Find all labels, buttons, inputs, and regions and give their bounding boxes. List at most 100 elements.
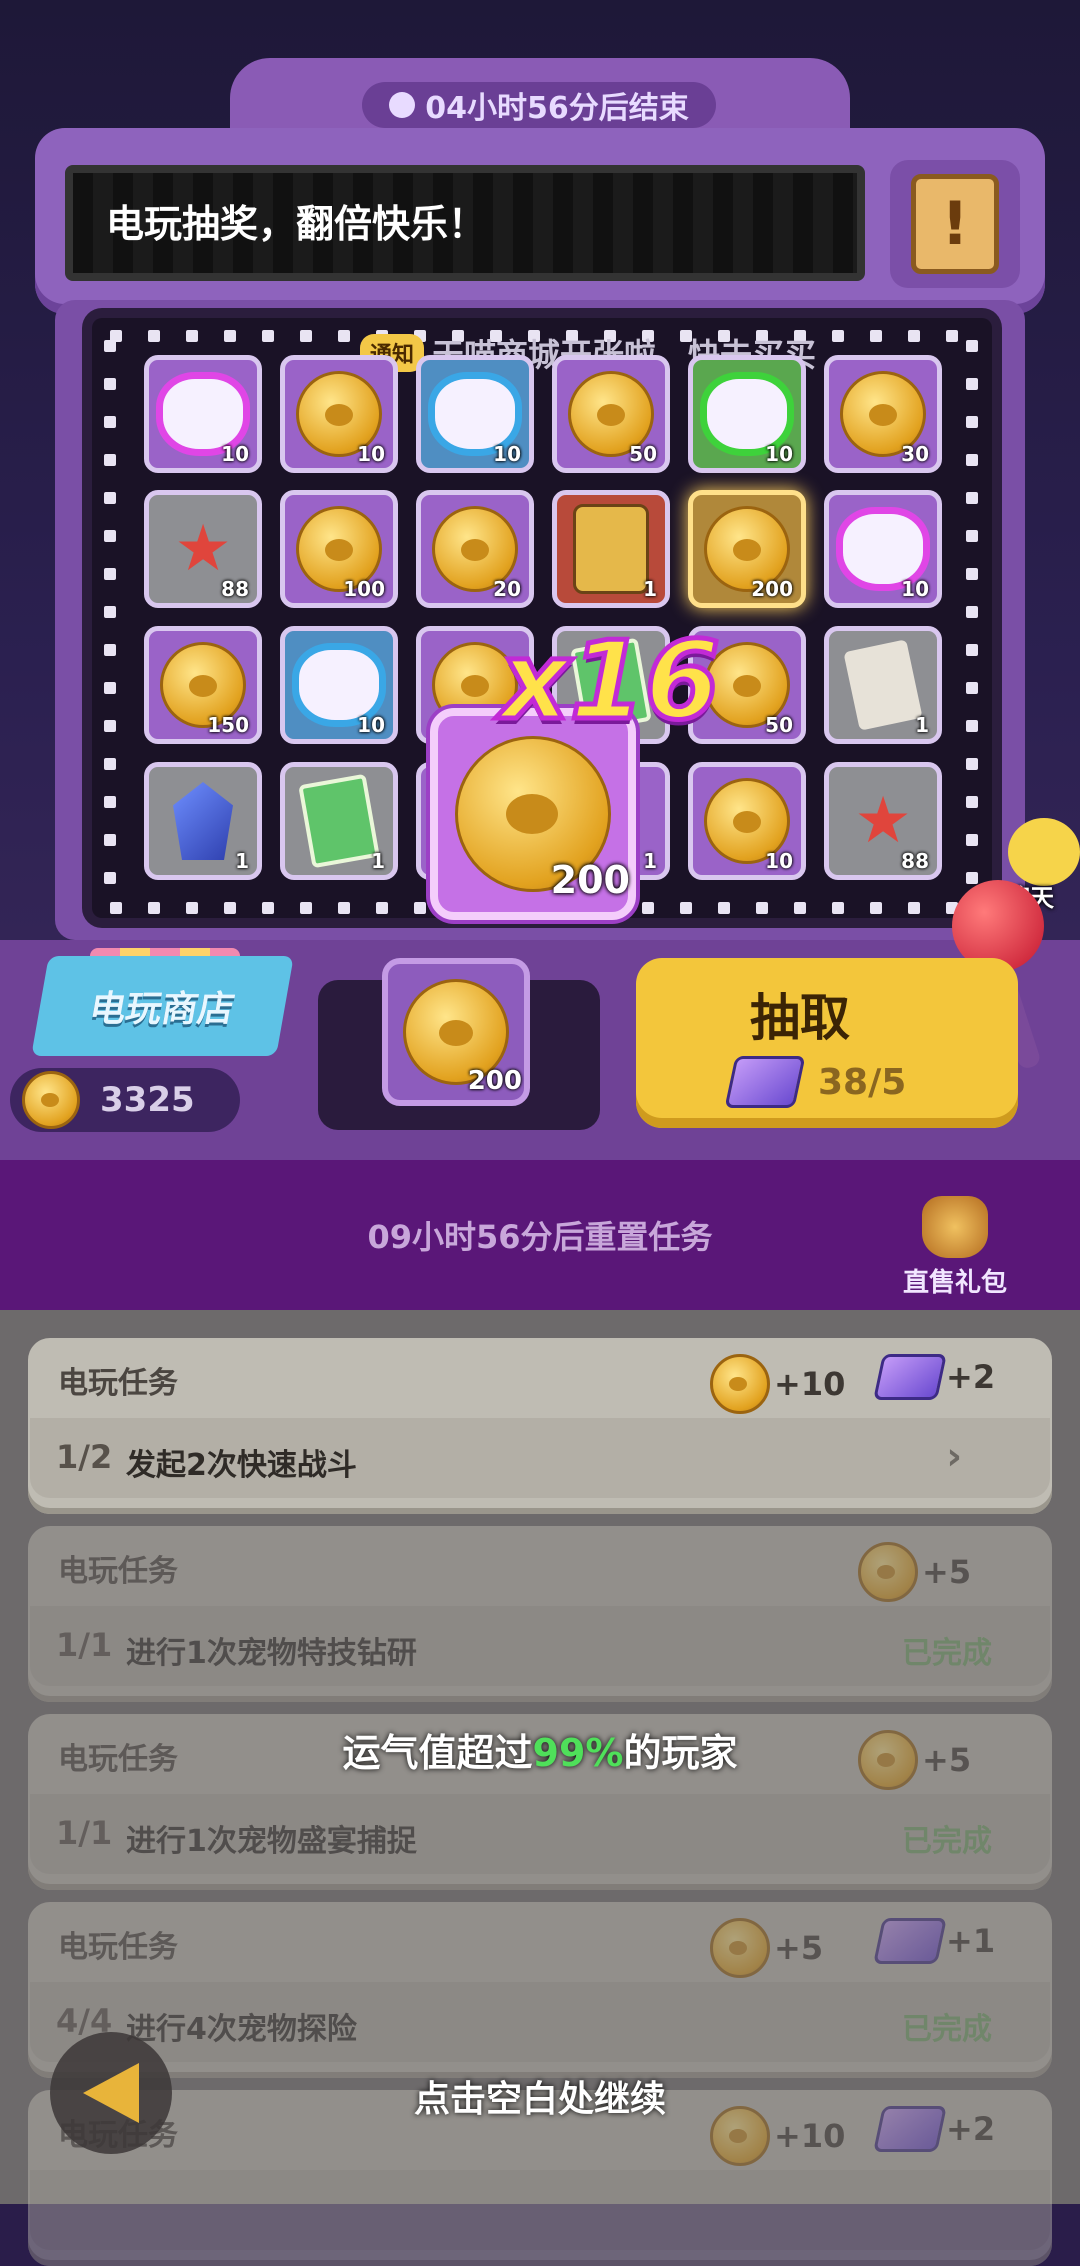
led-light bbox=[110, 902, 122, 914]
gift-pack-button[interactable]: 直售礼包 bbox=[890, 1196, 1020, 1298]
prize-tile: 50 bbox=[552, 355, 670, 473]
starfish-icon: ★ bbox=[174, 512, 232, 586]
led-light bbox=[870, 902, 882, 914]
led-light bbox=[966, 416, 978, 428]
task-reset-text: 09小时56分后重置任务 bbox=[367, 1218, 713, 1256]
task-title: 电玩任务 bbox=[58, 1366, 178, 1401]
led-light bbox=[966, 720, 978, 732]
blue-glove-icon bbox=[299, 650, 379, 720]
led-light bbox=[104, 606, 116, 618]
prize-tile: 150 bbox=[144, 626, 262, 744]
led-light bbox=[148, 330, 160, 342]
multiplier-label: x16 bbox=[498, 619, 723, 744]
draw-label: 抽取 bbox=[750, 989, 850, 1047]
prize-tile: 10 bbox=[280, 626, 398, 744]
green-glove-icon bbox=[707, 379, 787, 449]
clock-icon bbox=[389, 92, 416, 118]
coin-balance: 3325 bbox=[10, 1068, 240, 1132]
task-reward: +10 bbox=[710, 1354, 845, 1414]
led-light bbox=[966, 454, 978, 466]
blue-glove-icon bbox=[435, 379, 515, 449]
back-button[interactable] bbox=[50, 2032, 172, 2154]
led-light bbox=[262, 330, 274, 342]
led-light bbox=[642, 902, 654, 914]
prize-count: 30 bbox=[901, 442, 929, 466]
led-light bbox=[966, 644, 978, 656]
led-light bbox=[104, 720, 116, 732]
task-description: 进行1次宠物特技钻研 bbox=[126, 1636, 417, 1671]
arcade-shop-button[interactable]: 电玩商店 bbox=[31, 956, 294, 1056]
featured-prize-count: 200 bbox=[550, 858, 630, 902]
task-description: 发起2次快速战斗 bbox=[126, 1448, 357, 1483]
led-light bbox=[104, 644, 116, 656]
task-progress: 1/1 bbox=[56, 1626, 113, 1664]
back-arrow-icon bbox=[83, 2063, 139, 2123]
task-reward: +2 bbox=[873, 2106, 996, 2152]
luck-prefix: 运气值超过 bbox=[342, 1731, 533, 1775]
prize-tile: 100 bbox=[280, 490, 398, 608]
led-light bbox=[224, 902, 236, 914]
led-light bbox=[338, 330, 350, 342]
paw-coin-icon bbox=[710, 1354, 770, 1414]
led-light bbox=[338, 902, 350, 914]
reward-amount: +2 bbox=[946, 2110, 996, 2148]
task-progress: 1/2 bbox=[56, 1438, 113, 1476]
prize-tile: 20 bbox=[416, 490, 534, 608]
led-light bbox=[300, 902, 312, 914]
exclamation-scroll-icon: ! bbox=[911, 174, 999, 274]
paper-note-icon bbox=[843, 639, 923, 731]
draw-cost: 38/5 bbox=[724, 1054, 930, 1110]
task-reward: +5 bbox=[858, 1730, 971, 1790]
led-light bbox=[966, 378, 978, 390]
marquee-text: 电玩抽奖，翻倍快乐！ bbox=[106, 201, 487, 246]
ticket-icon bbox=[873, 1354, 947, 1400]
green-card-icon bbox=[298, 773, 380, 869]
prize-tile: 1 bbox=[144, 762, 262, 880]
led-light bbox=[966, 758, 978, 770]
led-light bbox=[224, 330, 236, 342]
ticket-icon bbox=[724, 1056, 806, 1108]
robot-pet-icon bbox=[573, 504, 649, 594]
led-light bbox=[104, 530, 116, 542]
paw-coin-icon bbox=[710, 1918, 770, 1978]
task-card[interactable]: 电玩任务 1/2 发起2次快速战斗 › +10 +2 bbox=[28, 1338, 1052, 1514]
task-status: 已完成 bbox=[902, 1636, 992, 1671]
reward-amount: +5 bbox=[922, 1741, 972, 1779]
reward-amount: +10 bbox=[774, 1365, 846, 1403]
led-light bbox=[908, 902, 920, 914]
prize-count: 50 bbox=[765, 713, 793, 737]
prize-tile: 30 bbox=[824, 355, 942, 473]
led-light bbox=[104, 758, 116, 770]
ticket-icon bbox=[873, 2106, 947, 2152]
prize-tile: 10 bbox=[280, 355, 398, 473]
pink-glove-icon bbox=[163, 379, 243, 449]
task-card[interactable]: 电玩任务 4/4 进行4次宠物探险 已完成 +5 +1 bbox=[28, 1902, 1052, 2078]
task-title: 电玩任务 bbox=[58, 1554, 178, 1589]
chevron-right-icon[interactable]: › bbox=[946, 1434, 962, 1478]
led-light bbox=[966, 834, 978, 846]
prize-count: 1 bbox=[643, 849, 657, 873]
prize-count: 150 bbox=[207, 713, 249, 737]
reward-amount: +10 bbox=[774, 2117, 846, 2155]
task-reward: +5 bbox=[710, 1918, 823, 1978]
prize-count: 10 bbox=[221, 442, 249, 466]
task-description: 进行1次宠物盛宴捕捉 bbox=[126, 1824, 417, 1859]
tap-to-continue[interactable]: 点击空白处继续 bbox=[300, 2070, 780, 2124]
task-detail-row bbox=[30, 2170, 1050, 2250]
led-light bbox=[966, 340, 978, 352]
task-reward: +1 bbox=[873, 1918, 995, 1964]
paw-coin-icon bbox=[22, 1071, 80, 1129]
led-light bbox=[718, 902, 730, 914]
draw-cost-value: 38/5 bbox=[818, 1061, 907, 1103]
task-reward: +5 bbox=[858, 1542, 971, 1602]
task-reward: +2 bbox=[873, 1354, 995, 1400]
notice-button[interactable]: ! bbox=[890, 160, 1020, 288]
led-light bbox=[262, 902, 274, 914]
task-description: 进行4次宠物探险 bbox=[126, 2012, 357, 2047]
reward-amount: +5 bbox=[774, 1929, 824, 1967]
task-card[interactable]: 电玩任务 1/1 进行1次宠物特技钻研 已完成 +5 bbox=[28, 1526, 1052, 1702]
gift-bag-icon bbox=[922, 1196, 988, 1258]
prize-count: 1 bbox=[371, 849, 385, 873]
prize-count: 50 bbox=[629, 442, 657, 466]
task-title: 电玩任务 bbox=[58, 1930, 178, 1965]
